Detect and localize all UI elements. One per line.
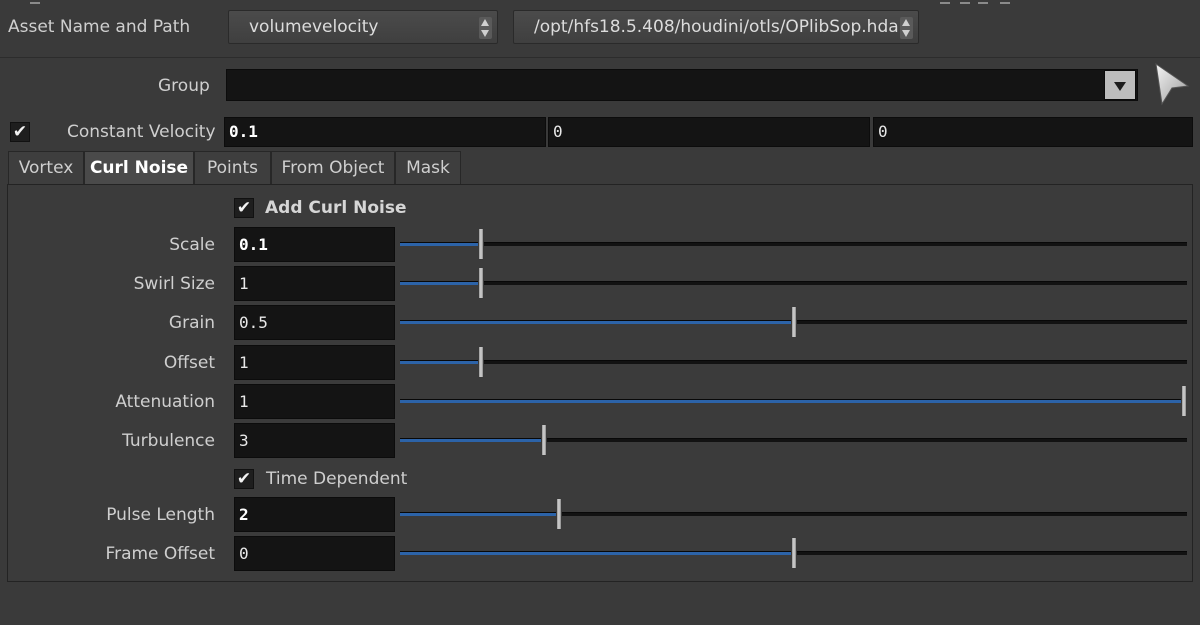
- group-label: Group: [158, 76, 210, 96]
- scale-slider[interactable]: [400, 228, 1187, 260]
- tab-curl-noise[interactable]: Curl Noise: [84, 151, 194, 185]
- turbulence-slider-fill: [400, 439, 541, 442]
- offset-slider[interactable]: [400, 346, 1187, 378]
- attenuation-field[interactable]: 1: [234, 384, 395, 419]
- frame-offset-slider-handle[interactable]: [791, 537, 797, 569]
- offset-field[interactable]: 1: [234, 345, 395, 380]
- constant-velocity-label: Constant Velocity: [67, 122, 216, 142]
- turbulence-label: Turbulence: [122, 431, 215, 451]
- pulse-length-field[interactable]: 2: [234, 497, 395, 532]
- offset-slider-handle[interactable]: [478, 346, 484, 378]
- select-arrow-button[interactable]: [1150, 60, 1194, 108]
- asset-name-dropdown[interactable]: volumevelocity: [228, 10, 498, 44]
- tab-mask[interactable]: Mask: [395, 151, 461, 185]
- cursor-arrow-icon: [1155, 62, 1190, 106]
- swirl-size-slider-handle[interactable]: [478, 267, 484, 299]
- scale-slider-fill: [400, 243, 478, 246]
- pulse-length-label: Pulse Length: [106, 505, 215, 525]
- add-curl-noise-checkbox[interactable]: ✔: [234, 198, 254, 218]
- turbulence-slider-handle[interactable]: [541, 424, 547, 456]
- chevron-down-icon: [1114, 82, 1126, 91]
- group-input[interactable]: [226, 69, 1138, 101]
- asset-name-value: volumevelocity: [249, 17, 379, 37]
- constant-velocity-checkbox[interactable]: ✔: [10, 122, 30, 142]
- tab-from-object[interactable]: From Object: [271, 151, 395, 185]
- asset-path-value: /opt/hfs18.5.408/houdini/otls/OPlibSop.h…: [534, 17, 899, 37]
- add-curl-noise-label: Add Curl Noise: [265, 198, 407, 218]
- group-menu-button[interactable]: [1104, 70, 1136, 100]
- pulse-length-slider-handle[interactable]: [556, 498, 562, 530]
- top-edge-marks: [0, 0, 1200, 6]
- tab-vortex[interactable]: Vortex: [8, 151, 84, 185]
- constant-velocity-y-field[interactable]: 0: [548, 117, 870, 147]
- frame-offset-slider-fill: [400, 552, 791, 555]
- pulse-length-slider[interactable]: [400, 498, 1187, 530]
- offset-label: Offset: [163, 353, 215, 373]
- attenuation-slider-handle[interactable]: [1181, 385, 1187, 417]
- turbulence-slider[interactable]: [400, 424, 1187, 456]
- asset-path-dropdown[interactable]: /opt/hfs18.5.408/houdini/otls/OPlibSop.h…: [513, 10, 919, 44]
- swirl-size-field[interactable]: 1: [234, 266, 395, 301]
- frame-offset-field[interactable]: 0: [234, 536, 395, 571]
- grain-slider-handle[interactable]: [791, 306, 797, 338]
- scale-slider-handle[interactable]: [478, 228, 484, 260]
- swirl-size-slider-fill: [400, 282, 478, 285]
- asset-name-path-label: Asset Name and Path: [8, 17, 191, 37]
- offset-slider-fill: [400, 361, 478, 364]
- constant-velocity-z-field[interactable]: 0: [873, 117, 1193, 147]
- pulse-length-slider-fill: [400, 513, 556, 516]
- frame-offset-slider[interactable]: [400, 537, 1187, 569]
- grain-field[interactable]: 0.5: [234, 305, 395, 340]
- time-dependent-checkbox[interactable]: ✔: [234, 469, 254, 489]
- tab-points[interactable]: Points: [194, 151, 271, 185]
- swirl-size-slider[interactable]: [400, 267, 1187, 299]
- time-dependent-label: Time Dependent: [266, 469, 408, 489]
- scale-label: Scale: [169, 235, 215, 255]
- attenuation-slider-fill: [400, 400, 1181, 403]
- updown-arrows-icon: [479, 17, 492, 39]
- frame-offset-label: Frame Offset: [105, 544, 215, 564]
- scale-field[interactable]: 0.1: [234, 227, 395, 262]
- swirl-size-label: Swirl Size: [133, 274, 215, 294]
- header-divider: [0, 57, 1200, 58]
- attenuation-slider[interactable]: [400, 385, 1187, 417]
- updown-arrows-icon: [900, 17, 913, 39]
- turbulence-field[interactable]: 3: [234, 423, 395, 458]
- grain-label: Grain: [168, 313, 215, 333]
- grain-slider[interactable]: [400, 306, 1187, 338]
- grain-slider-fill: [400, 321, 791, 324]
- constant-velocity-x-field[interactable]: 0.1: [224, 117, 546, 147]
- attenuation-label: Attenuation: [115, 392, 215, 412]
